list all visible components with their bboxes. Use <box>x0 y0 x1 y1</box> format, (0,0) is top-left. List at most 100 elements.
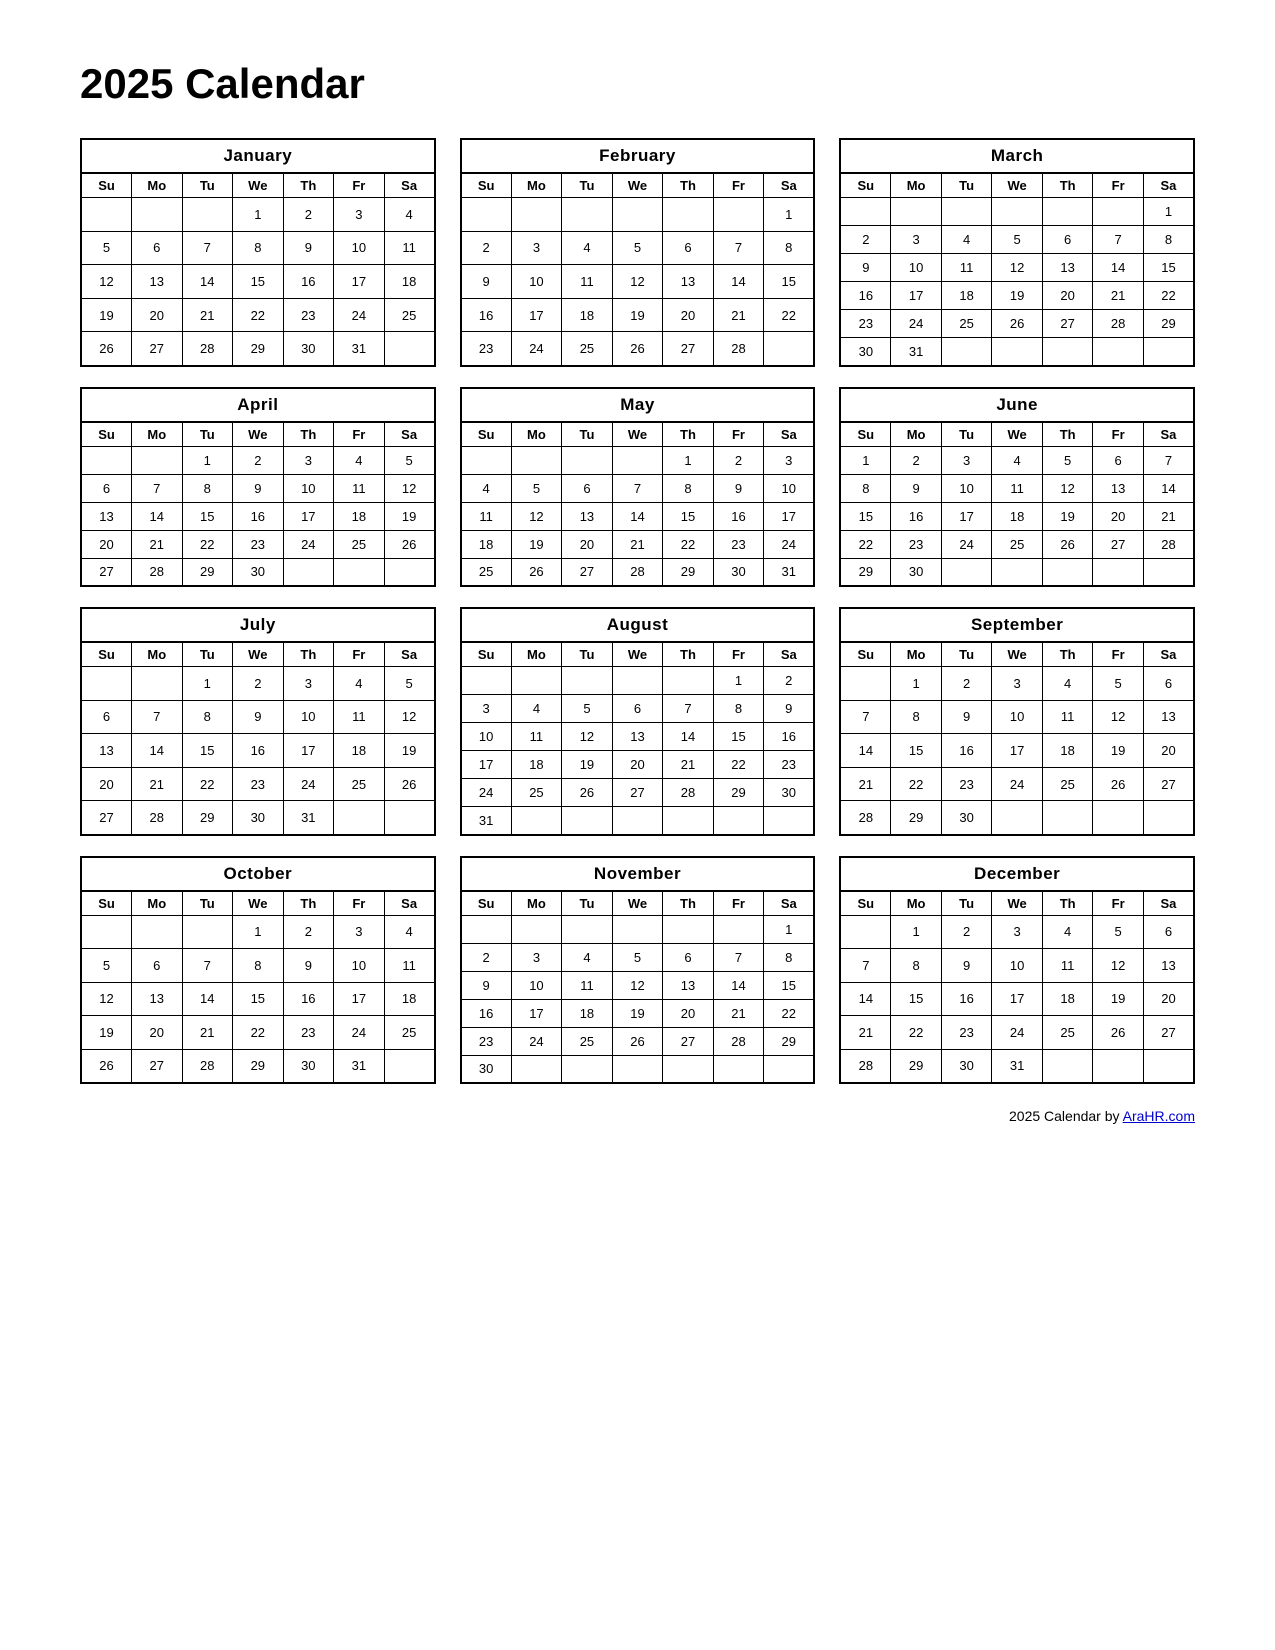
day-cell: 23 <box>283 298 334 332</box>
day-cell: 20 <box>1093 502 1144 530</box>
day-cell: 4 <box>992 446 1043 474</box>
day-cell: 21 <box>1143 502 1194 530</box>
day-cell: 14 <box>663 723 714 751</box>
week-row: 12345 <box>81 446 435 474</box>
day-cell: 12 <box>562 723 613 751</box>
day-cell <box>461 915 512 943</box>
day-cell <box>511 667 562 695</box>
day-cell: 29 <box>891 801 942 835</box>
day-cell: 5 <box>511 474 562 502</box>
day-cell: 19 <box>612 298 663 332</box>
day-cell: 16 <box>713 502 764 530</box>
day-header: Fr <box>713 891 764 916</box>
week-row: 45678910 <box>461 474 815 502</box>
week-row: 15161718192021 <box>840 502 1194 530</box>
day-cell <box>511 807 562 835</box>
day-cell <box>612 446 663 474</box>
day-cell: 25 <box>992 530 1043 558</box>
day-cell: 18 <box>562 999 613 1027</box>
day-cell: 4 <box>941 226 992 254</box>
day-cell: 4 <box>334 446 385 474</box>
day-cell: 29 <box>663 558 714 586</box>
week-row: 13141516171819 <box>81 734 435 768</box>
day-cell: 14 <box>1093 254 1144 282</box>
day-cell <box>663 667 714 695</box>
day-cell: 14 <box>132 734 183 768</box>
month-table-november: NovemberSuMoTuWeThFrSa123456789101112131… <box>460 856 816 1085</box>
day-cell: 13 <box>132 982 183 1016</box>
week-row: 262728293031 <box>81 332 435 366</box>
day-cell: 18 <box>941 282 992 310</box>
day-cell: 25 <box>511 779 562 807</box>
week-row: 9101112131415 <box>461 971 815 999</box>
week-row: 17181920212223 <box>461 751 815 779</box>
day-header: Tu <box>182 891 233 916</box>
day-header: Th <box>283 173 334 198</box>
day-cell: 30 <box>941 1049 992 1083</box>
day-cell: 21 <box>182 298 233 332</box>
day-cell: 31 <box>334 1049 385 1083</box>
day-cell: 27 <box>81 801 132 835</box>
day-cell: 21 <box>663 751 714 779</box>
day-cell <box>384 801 435 835</box>
day-cell <box>511 1055 562 1083</box>
day-header: Th <box>663 422 714 447</box>
day-cell: 30 <box>233 558 284 586</box>
day-cell: 20 <box>132 1016 183 1050</box>
day-cell: 9 <box>283 231 334 265</box>
day-cell: 7 <box>840 700 891 734</box>
day-cell: 4 <box>384 198 435 232</box>
day-cell: 27 <box>562 558 613 586</box>
day-header: Fr <box>334 422 385 447</box>
day-cell: 26 <box>992 310 1043 338</box>
day-cell: 28 <box>840 1049 891 1083</box>
week-row: 27282930 <box>81 558 435 586</box>
day-cell: 8 <box>182 474 233 502</box>
day-cell <box>384 332 435 366</box>
day-cell <box>562 915 613 943</box>
day-cell: 19 <box>81 1016 132 1050</box>
week-row: 30 <box>461 1055 815 1083</box>
day-cell <box>562 446 613 474</box>
day-cell: 26 <box>612 332 663 366</box>
day-cell: 21 <box>713 999 764 1027</box>
day-cell: 15 <box>891 734 942 768</box>
day-cell: 22 <box>840 530 891 558</box>
day-cell: 22 <box>182 530 233 558</box>
day-cell: 17 <box>992 734 1043 768</box>
day-header: Su <box>461 422 512 447</box>
day-cell: 29 <box>182 801 233 835</box>
day-header: Th <box>1042 173 1093 198</box>
day-cell: 5 <box>1042 446 1093 474</box>
day-cell: 24 <box>941 530 992 558</box>
week-row: 891011121314 <box>840 474 1194 502</box>
day-header: Mo <box>132 642 183 667</box>
day-cell: 31 <box>334 332 385 366</box>
day-cell: 7 <box>132 700 183 734</box>
day-cell: 23 <box>461 332 512 366</box>
day-cell: 23 <box>840 310 891 338</box>
week-row: 1234 <box>81 915 435 949</box>
day-cell: 29 <box>1143 310 1194 338</box>
day-cell <box>840 667 891 701</box>
day-cell: 19 <box>384 734 435 768</box>
day-cell <box>713 198 764 232</box>
day-header: Fr <box>713 422 764 447</box>
day-cell: 24 <box>461 779 512 807</box>
day-cell: 9 <box>461 971 512 999</box>
day-cell: 14 <box>182 982 233 1016</box>
day-header: We <box>233 173 284 198</box>
day-cell: 3 <box>461 695 512 723</box>
day-cell: 23 <box>233 530 284 558</box>
day-header: Mo <box>511 173 562 198</box>
day-cell: 2 <box>461 231 512 265</box>
day-cell <box>663 198 714 232</box>
footer-link[interactable]: AraHR.com <box>1123 1108 1195 1124</box>
week-row: 9101112131415 <box>461 265 815 299</box>
day-cell: 10 <box>511 971 562 999</box>
day-cell: 17 <box>764 502 815 530</box>
day-cell: 10 <box>511 265 562 299</box>
day-cell: 6 <box>132 949 183 983</box>
day-cell: 11 <box>511 723 562 751</box>
day-cell: 12 <box>384 474 435 502</box>
